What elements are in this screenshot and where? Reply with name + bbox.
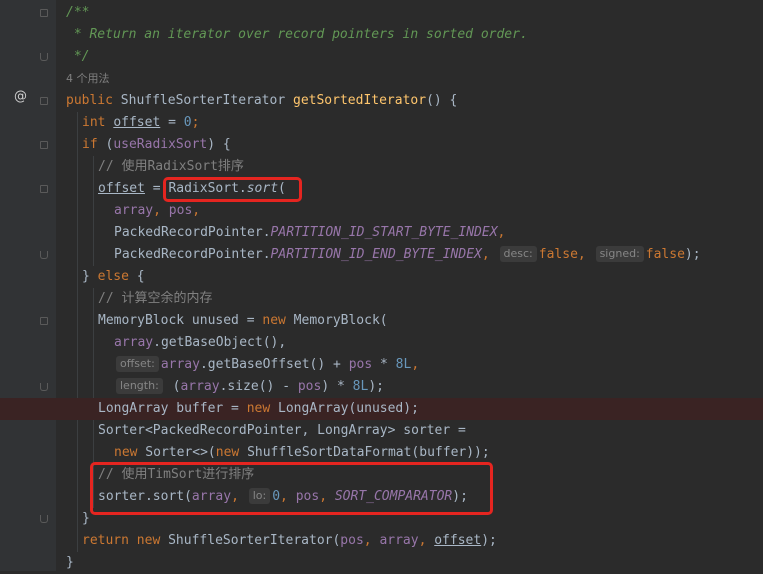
- code-line: // 计算空余的内存: [0, 288, 763, 310]
- offset-decl: int offset = 0;: [82, 115, 200, 130]
- code-line: new Sorter<>(new ShuffleSortDataFormat(b…: [0, 442, 763, 464]
- if-statement: if (useRadixSort) {: [82, 137, 231, 152]
- code-line: array.getBaseObject(),: [0, 332, 763, 354]
- param-hint: signed:: [595, 246, 644, 262]
- long-array-decl: LongArray buffer = new LongArray(unused)…: [98, 401, 419, 416]
- else-statement: } else {: [82, 269, 145, 284]
- code-line: int offset = 0;: [0, 112, 763, 134]
- code-line: } else {: [0, 266, 763, 288]
- param-hint: offset:: [116, 356, 159, 372]
- radix-args: PackedRecordPointer.PARTITION_ID_END_BYT…: [114, 246, 701, 262]
- sorter-init: new Sorter<>(new ShuffleSortDataFormat(b…: [114, 445, 490, 460]
- javadoc-text: * Return an iterator over record pointer…: [66, 27, 528, 42]
- code-line: */: [0, 46, 763, 68]
- method-signature: public ShuffleSorterIterator getSortedIt…: [66, 93, 458, 108]
- javadoc-open: /**: [66, 5, 90, 20]
- code-line: 4 个用法: [0, 68, 763, 90]
- radix-args: PackedRecordPointer.PARTITION_ID_START_B…: [114, 225, 506, 240]
- close-brace: }: [82, 511, 90, 526]
- memory-args: offset: array.getBaseOffset() + pos * 8L,: [114, 354, 419, 376]
- breakpoint-line: LongArray buffer = new LongArray(unused)…: [0, 398, 763, 420]
- code-line: array, pos,: [0, 200, 763, 222]
- code-line: PackedRecordPointer.PARTITION_ID_END_BYT…: [0, 244, 763, 266]
- memory-block-decl: MemoryBlock unused = new MemoryBlock(: [98, 313, 388, 328]
- radix-args: array, pos,: [114, 203, 201, 218]
- code-line: PackedRecordPointer.PARTITION_ID_START_B…: [0, 222, 763, 244]
- code-line: length: (array.size() - pos) * 8L);: [0, 376, 763, 398]
- memory-args: length: (array.size() - pos) * 8L);: [114, 376, 384, 398]
- code-line: public ShuffleSorterIterator getSortedIt…: [0, 90, 763, 112]
- comment-memory: // 计算空余的内存: [98, 291, 213, 306]
- code-line: // 使用RadixSort排序: [0, 156, 763, 178]
- return-statement: return new ShuffleSorterIterator(pos, ar…: [82, 533, 497, 548]
- code-line: return new ShuffleSorterIterator(pos, ar…: [0, 530, 763, 552]
- memory-args: array.getBaseObject(),: [114, 335, 287, 350]
- code-line: * Return an iterator over record pointer…: [0, 24, 763, 46]
- sorter-decl: Sorter<PackedRecordPointer, LongArray> s…: [98, 423, 466, 438]
- code-line: offset: array.getBaseOffset() + pos * 8L,: [0, 354, 763, 376]
- param-hint: desc:: [499, 246, 537, 262]
- usages-hint[interactable]: 4 个用法: [66, 68, 110, 90]
- javadoc-close: */: [66, 49, 90, 64]
- code-line: offset = RadixSort.sort(: [0, 178, 763, 200]
- code-line: MemoryBlock unused = new MemoryBlock(: [0, 310, 763, 332]
- code-line: if (useRadixSort) {: [0, 134, 763, 156]
- comment-radix: // 使用RadixSort排序: [98, 159, 244, 174]
- highlight-box-radix: [163, 177, 302, 202]
- code-line: Sorter<PackedRecordPointer, LongArray> s…: [0, 420, 763, 442]
- code-line: /**: [0, 2, 763, 24]
- highlight-box-timsort: [90, 462, 493, 515]
- param-hint: length:: [116, 378, 163, 394]
